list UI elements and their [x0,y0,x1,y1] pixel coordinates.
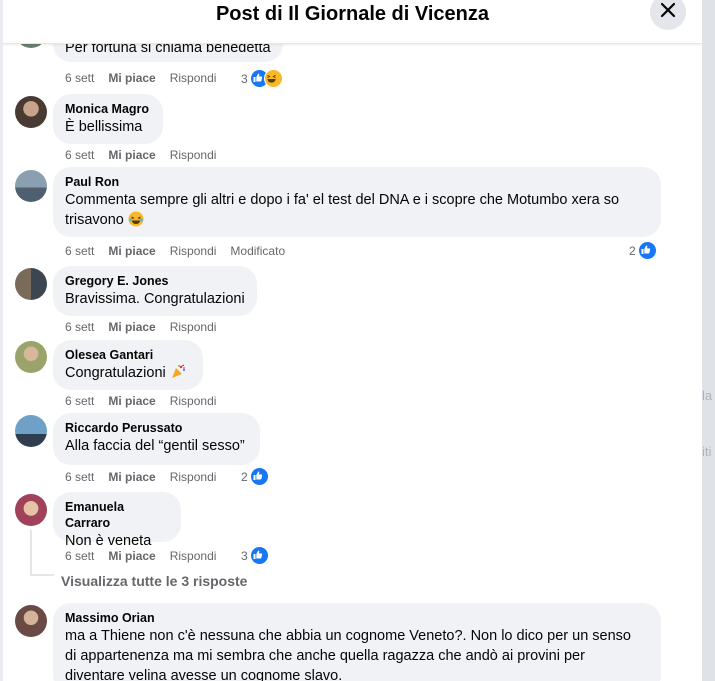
avatar[interactable] [15,96,47,128]
party-popper-emoji-icon [170,364,186,386]
thread-line [30,574,54,576]
reaction-count: 2 [629,243,636,258]
avatar[interactable] [15,268,47,300]
background-text-fragment: iti [702,444,712,459]
comment-time[interactable]: 6 sett [65,71,94,85]
modal-title: Post di Il Giornale di Vicenza [215,3,490,25]
comment-actions: 6 sett Mi piace Rispondi [65,147,230,163]
reply-link[interactable]: Rispondi [170,71,217,85]
reactions-summary[interactable]: 2 [241,467,269,486]
reply-link[interactable]: Rispondi [170,470,217,484]
comment-bubble: Gregory E. Jones Bravissima. Congratulaz… [53,266,257,316]
comment-bubble: Massimo Orian ma a Thiene non c'è nessun… [53,603,661,681]
comment-author[interactable]: Monica Magro [65,101,151,117]
comment-text-line: trisavono [65,212,124,228]
comment-bubble: Olesea Gantari Congratulazioni [53,340,203,390]
comment-time[interactable]: 6 sett [65,549,94,563]
like-link[interactable]: Mi piace [108,470,155,484]
comment-actions: 6 sett Mi piace Rispondi [65,70,230,86]
comment-author[interactable]: Riccardo Perussato [65,420,248,436]
like-link[interactable]: Mi piace [108,148,155,162]
reactions-summary[interactable]: 2 [629,241,657,260]
reaction-count: 3 [241,548,248,563]
like-link[interactable]: Mi piace [108,244,155,258]
reply-link[interactable]: Rispondi [170,244,217,258]
like-reaction-icon [249,467,269,486]
comment-author[interactable]: Emanuela Carraro [65,499,169,531]
reply-link[interactable]: Rispondi [170,148,217,162]
avatar[interactable] [15,341,47,373]
haha-reaction-icon [263,69,283,88]
comment-bubble: Emanuela Carraro Non è veneta [53,492,181,549]
comment-time[interactable]: 6 sett [65,148,94,162]
comment-bubble: Paul Ron Commenta sempre gli altri e dop… [53,167,661,237]
reply-link[interactable]: Rispondi [170,320,217,334]
comment-bubble: Riccardo Perussato Alla faccia del “gent… [53,413,260,465]
reactions-summary[interactable]: 3 [241,69,283,88]
comment-actions: 6 sett Mi piace Rispondi [65,469,230,485]
comment-author[interactable]: Gregory E. Jones [65,273,245,289]
avatar[interactable] [15,170,47,202]
comment-bubble: Monica Magro È bellissima [53,94,163,144]
comment-text: Alla faccia del “gentil sesso” [65,438,245,454]
comment-time[interactable]: 6 sett [65,470,94,484]
reactions-summary[interactable]: 3 [241,546,269,565]
modal-header: Post di Il Giornale di Vicenza [3,0,702,44]
comment-text-line: diventare velina avesse un cognome slavo… [65,668,343,681]
comment-author[interactable]: Paul Ron [65,174,649,190]
like-link[interactable]: Mi piace [108,71,155,85]
like-link[interactable]: Mi piace [108,320,155,334]
thread-line [30,530,32,576]
reply-link[interactable]: Rispondi [170,549,217,563]
comment-text: Bravissima. Congratulazioni [65,291,245,307]
comment-actions: 6 sett Mi piace Rispondi [65,548,230,564]
like-link[interactable]: Mi piace [108,549,155,563]
like-reaction-icon [637,241,657,260]
like-reaction-icon [249,546,269,565]
comment-time[interactable]: 6 sett [65,244,94,258]
avatar[interactable] [15,415,47,447]
comment-text: È bellissima [65,119,143,135]
comment-author[interactable]: Olesea Gantari [65,347,191,363]
avatar[interactable] [15,605,47,637]
comment-author[interactable]: Massimo Orian [65,610,649,626]
avatar[interactable] [15,494,47,526]
laughing-emoji-icon [128,211,144,233]
post-comments-modal: Post di Il Giornale di Vicenza Per fortu… [3,0,702,681]
view-replies-link[interactable]: Visualizza tutte le 3 risposte [61,573,247,589]
reply-link[interactable]: Rispondi [170,394,217,408]
like-link[interactable]: Mi piace [108,394,155,408]
comment-text-line: Commenta sempre gli altri e dopo i fa' e… [65,192,620,208]
comment-text: Congratulazioni [65,365,166,381]
reaction-count: 3 [241,71,248,86]
comment-text-line: di appartenenza ma mi sembra che anche q… [65,648,585,664]
reaction-count: 2 [241,469,248,484]
comment-time[interactable]: 6 sett [65,394,94,408]
close-icon [660,2,676,23]
background-text-fragment: la [702,388,713,403]
background-page-edge: la iti [702,0,715,681]
comment-text-line: ma a Thiene non c'è nessuna che abbia un… [65,628,631,644]
comment-actions: 6 sett Mi piace Rispondi Modificato [65,243,299,259]
comment-actions: 6 sett Mi piace Rispondi [65,319,230,335]
edited-label[interactable]: Modificato [230,244,285,258]
comment-actions: 6 sett Mi piace Rispondi [65,393,230,409]
comment-time[interactable]: 6 sett [65,320,94,334]
